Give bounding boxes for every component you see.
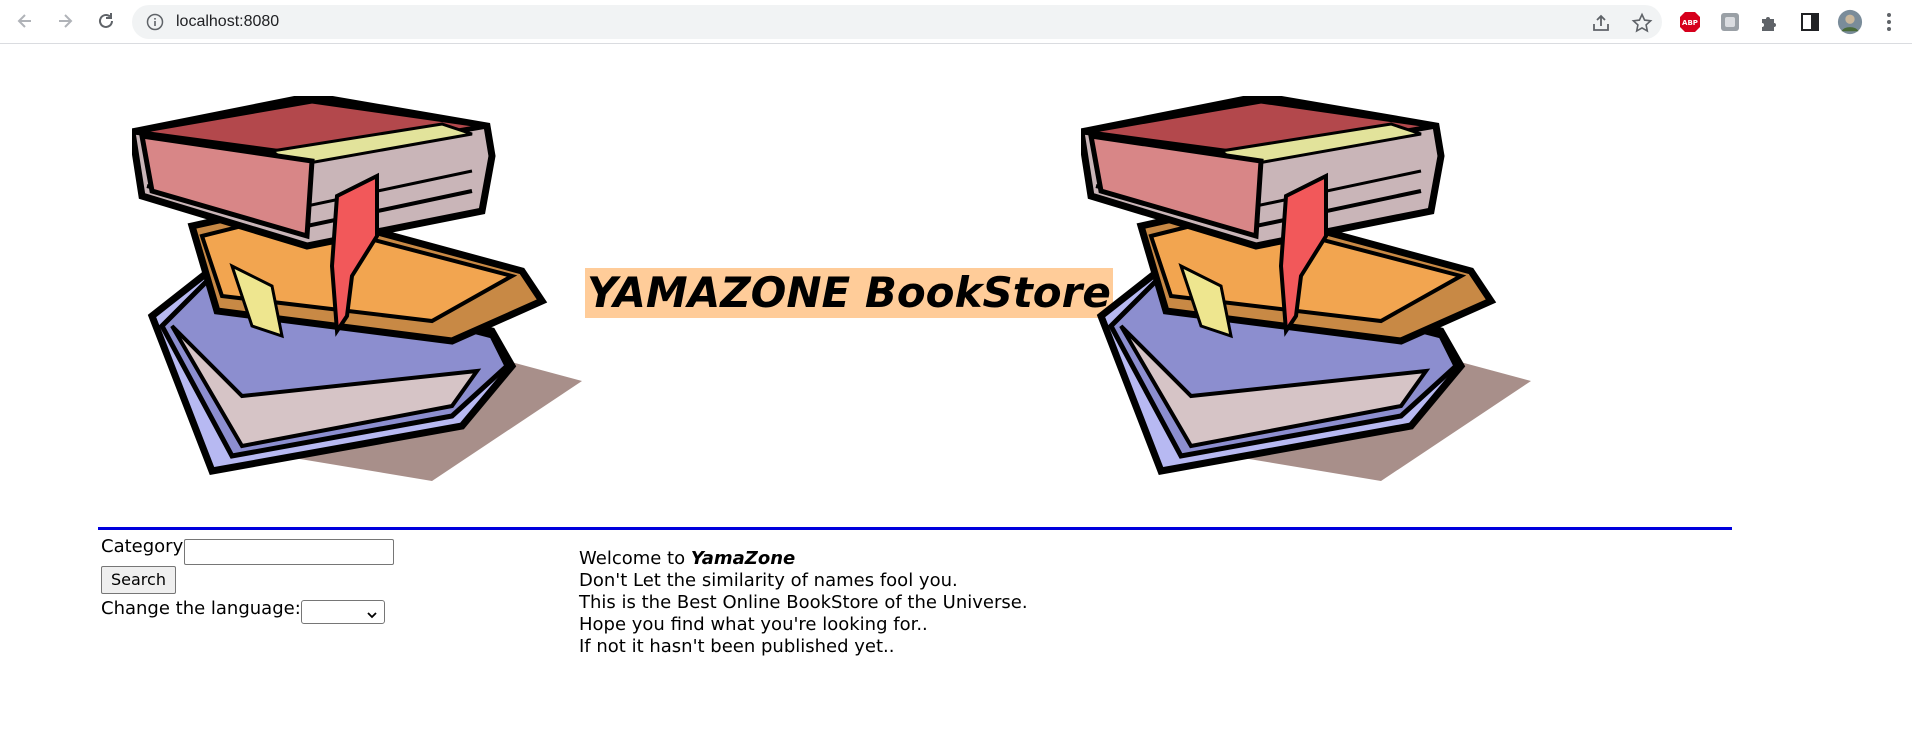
category-input[interactable] [184, 539, 394, 565]
language-select[interactable] [301, 600, 385, 624]
menu-kebab-icon[interactable] [1876, 9, 1902, 35]
books-stack-image-left [132, 96, 582, 481]
share-icon[interactable] [1590, 12, 1612, 34]
svg-text:ABP: ABP [1682, 19, 1698, 27]
category-label: Category [101, 536, 184, 557]
back-icon[interactable] [10, 6, 40, 36]
welcome-line-3: This is the Best Online BookStore of the… [579, 592, 1028, 613]
language-row: Change the language: [101, 598, 301, 619]
store-title: YAMAZONE BookStore [585, 268, 1113, 318]
address-bar[interactable]: localhost:8080 [132, 5, 1662, 39]
site-info-icon[interactable] [146, 13, 164, 35]
url-text[interactable]: localhost:8080 [176, 13, 279, 31]
adblock-icon[interactable]: ABP [1677, 9, 1703, 35]
search-button[interactable]: Search [101, 566, 176, 594]
profile-avatar[interactable] [1837, 9, 1863, 35]
welcome-line-1: Welcome to YamaZone [579, 548, 1028, 570]
puzzle-icon[interactable] [1757, 9, 1783, 35]
welcome-message: Welcome to YamaZone Don't Let the simila… [579, 548, 1028, 658]
category-row: Category [101, 536, 394, 565]
chevron-down-icon [366, 606, 378, 625]
bookmark-star-icon[interactable] [1631, 12, 1653, 34]
side-panel-icon[interactable] [1797, 9, 1823, 35]
welcome-line-4: Hope you find what you're looking for.. [579, 614, 928, 635]
extension-icon[interactable] [1717, 9, 1743, 35]
horizontal-divider [98, 527, 1732, 530]
welcome-line-5: If not it hasn't been published yet.. [579, 636, 895, 657]
books-stack-image-right [1081, 96, 1531, 481]
welcome-line-2: Don't Let the similarity of names fool y… [579, 570, 958, 591]
language-label: Change the language: [101, 598, 301, 619]
forward-icon[interactable] [50, 6, 80, 36]
welcome-prefix: Welcome to [579, 548, 691, 569]
reload-icon[interactable] [91, 6, 121, 36]
browser-toolbar: localhost:8080 ABP [0, 0, 1912, 44]
welcome-brand: YamaZone [690, 548, 796, 569]
